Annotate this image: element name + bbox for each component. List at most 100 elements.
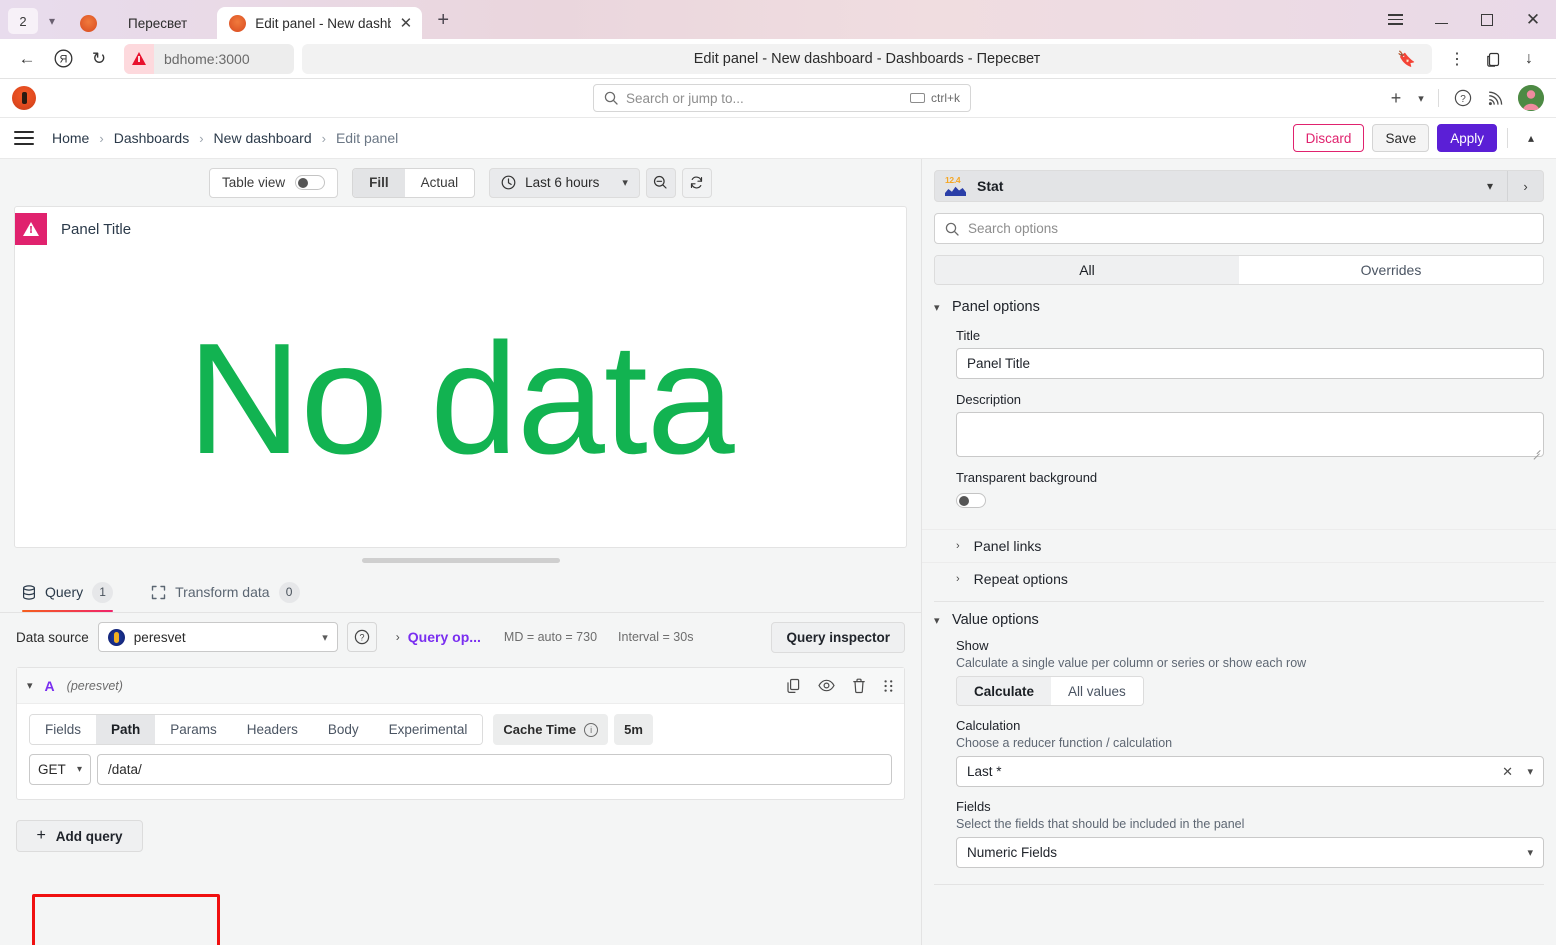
http-method-select[interactable]: GET ▾: [29, 754, 91, 785]
panel-title[interactable]: Panel Title: [61, 221, 131, 238]
browser-tab-peresvet[interactable]: Пересвет: [74, 7, 197, 39]
collapse-chevron-icon[interactable]: ▴: [1518, 125, 1544, 151]
tab-transform-label: Transform data: [175, 584, 270, 600]
show-description: Calculate a single value per column or s…: [956, 656, 1307, 670]
fill-button[interactable]: Fill: [353, 168, 405, 197]
panel-edit-pane: Table view Fill Actual Last 6 hours ▾ Pa…: [0, 159, 921, 945]
avatar[interactable]: [1518, 85, 1544, 111]
cache-time-value[interactable]: 5m: [614, 714, 653, 745]
collapse-options-icon[interactable]: ›: [1507, 171, 1543, 201]
close-window-icon[interactable]: ✕: [1510, 0, 1556, 39]
browser-more-icon[interactable]: ⋮: [1440, 42, 1474, 76]
add-new-chevron-icon[interactable]: ▾: [1413, 83, 1429, 113]
panel-links-row[interactable]: › Panel links: [922, 529, 1556, 562]
duplicate-query-icon[interactable]: [786, 678, 801, 694]
subtab-fields[interactable]: Fields: [30, 715, 97, 744]
subtab-headers[interactable]: Headers: [231, 715, 313, 744]
subtab-path[interactable]: Path: [96, 715, 156, 744]
path-input[interactable]: /data/: [97, 754, 892, 785]
subtab-params[interactable]: Params: [155, 715, 232, 744]
chevron-down-icon[interactable]: ▾: [622, 176, 628, 189]
grafana-logo[interactable]: [12, 86, 36, 110]
add-query-button[interactable]: + Add query: [16, 820, 143, 852]
tab-count-badge[interactable]: 2: [8, 8, 38, 34]
query-subtab-group: Fields Path Params Headers Body Experime…: [29, 714, 484, 745]
show-all-values-button[interactable]: All values: [1051, 677, 1143, 705]
calculation-select[interactable]: Last * ✕ ▾: [956, 756, 1544, 787]
chevron-down-icon[interactable]: ▾: [322, 631, 328, 644]
search-input[interactable]: Search or jump to... ctrl+k: [593, 84, 971, 112]
panel-error-badge[interactable]: [15, 213, 47, 245]
subtab-experimental[interactable]: Experimental: [373, 715, 483, 744]
downloads-icon[interactable]: ↓: [1512, 42, 1546, 76]
add-new-icon[interactable]: +: [1381, 83, 1411, 113]
query-refid[interactable]: A: [45, 678, 55, 694]
panel-title-value: Panel Title: [967, 356, 1031, 371]
time-range-picker[interactable]: Last 6 hours ▾: [489, 167, 640, 198]
discard-button[interactable]: Discard: [1292, 124, 1365, 152]
show-calculate-button[interactable]: Calculate: [957, 677, 1052, 705]
breadcrumb-dashboards[interactable]: Dashboards: [114, 130, 190, 146]
splitter-grip[interactable]: [361, 557, 560, 563]
save-button[interactable]: Save: [1372, 124, 1430, 152]
collections-icon[interactable]: [1476, 42, 1510, 76]
chevron-down-icon[interactable]: ▾: [27, 679, 33, 692]
reload-icon[interactable]: ↻: [82, 42, 116, 76]
panel-options-header[interactable]: ▾ Panel options: [934, 299, 1544, 315]
yandex-icon[interactable]: Я: [46, 42, 80, 76]
tab-overrides[interactable]: Overrides: [1239, 256, 1543, 284]
toggle-switch[interactable]: [295, 175, 326, 190]
panel-description-textarea[interactable]: [956, 412, 1544, 457]
value-options-header[interactable]: ▾ Value options: [934, 612, 1544, 628]
options-search-input[interactable]: Search options: [934, 213, 1544, 244]
datasource-help-button[interactable]: ?: [346, 622, 377, 652]
refresh-button[interactable]: [681, 167, 712, 198]
breadcrumb-separator-icon: ›: [321, 130, 326, 146]
tab-list-chevron-icon[interactable]: ▾: [38, 8, 66, 34]
news-feed-icon[interactable]: [1480, 83, 1510, 113]
transparent-background-toggle[interactable]: [956, 493, 986, 508]
tab-transform-data[interactable]: Transform data 0: [143, 572, 313, 612]
toggle-query-visibility-icon[interactable]: [818, 679, 835, 692]
chevron-down-icon[interactable]: ▾: [1527, 765, 1533, 778]
actual-button[interactable]: Actual: [405, 169, 475, 197]
query-options-toggle[interactable]: › Query op...: [396, 629, 481, 645]
new-tab-button[interactable]: +: [428, 5, 458, 35]
minimize-icon[interactable]: [1418, 0, 1464, 39]
clear-icon[interactable]: ✕: [1502, 764, 1513, 780]
back-icon[interactable]: ←: [10, 42, 44, 76]
insecure-warning-icon[interactable]: [124, 43, 154, 74]
resize-grip-icon[interactable]: [1532, 446, 1541, 455]
info-icon[interactable]: i: [584, 722, 599, 737]
url-input[interactable]: bdhome:3000: [124, 43, 294, 74]
query-inspector-button[interactable]: Query inspector: [771, 621, 905, 653]
drag-handle-icon[interactable]: [883, 679, 894, 693]
datasource-select[interactable]: peresvet ▾: [97, 622, 338, 652]
chevron-down-icon[interactable]: ▾: [1473, 179, 1507, 193]
query-editor-tabs: Fields Path Params Headers Body Experime…: [29, 714, 892, 745]
menu-icon[interactable]: [14, 131, 34, 145]
breadcrumb-home[interactable]: Home: [52, 130, 89, 146]
browser-tab-edit-panel[interactable]: Edit panel - New dashb ✕: [217, 7, 423, 39]
fields-description: Select the fields that should be include…: [956, 817, 1245, 831]
tab-query[interactable]: Query 1: [14, 572, 127, 612]
subtab-body[interactable]: Body: [312, 715, 374, 744]
apply-button[interactable]: Apply: [1437, 124, 1497, 152]
panel-title-input[interactable]: Panel Title: [956, 348, 1544, 379]
maximize-icon[interactable]: [1464, 0, 1510, 39]
visualization-picker[interactable]: 12.4 Stat ▾ ›: [934, 170, 1544, 202]
help-icon[interactable]: ?: [1448, 83, 1478, 113]
tab-all[interactable]: All: [935, 256, 1239, 284]
table-view-toggle[interactable]: Table view: [209, 167, 339, 198]
fields-select[interactable]: Numeric Fields ▾: [956, 837, 1544, 868]
close-icon[interactable]: ✕: [400, 16, 413, 31]
breadcrumb-edit-panel: Edit panel: [335, 130, 399, 146]
bookmark-icon[interactable]: 🔖: [1397, 50, 1416, 68]
browser-menu-icon[interactable]: [1372, 0, 1418, 39]
breadcrumb-new-dashboard[interactable]: New dashboard: [214, 130, 312, 146]
pane-splitter[interactable]: [0, 548, 921, 572]
repeat-options-row[interactable]: › Repeat options: [922, 562, 1556, 595]
zoom-out-button[interactable]: [645, 167, 676, 198]
delete-query-icon[interactable]: [852, 678, 866, 694]
chevron-down-icon[interactable]: ▾: [1527, 846, 1533, 859]
